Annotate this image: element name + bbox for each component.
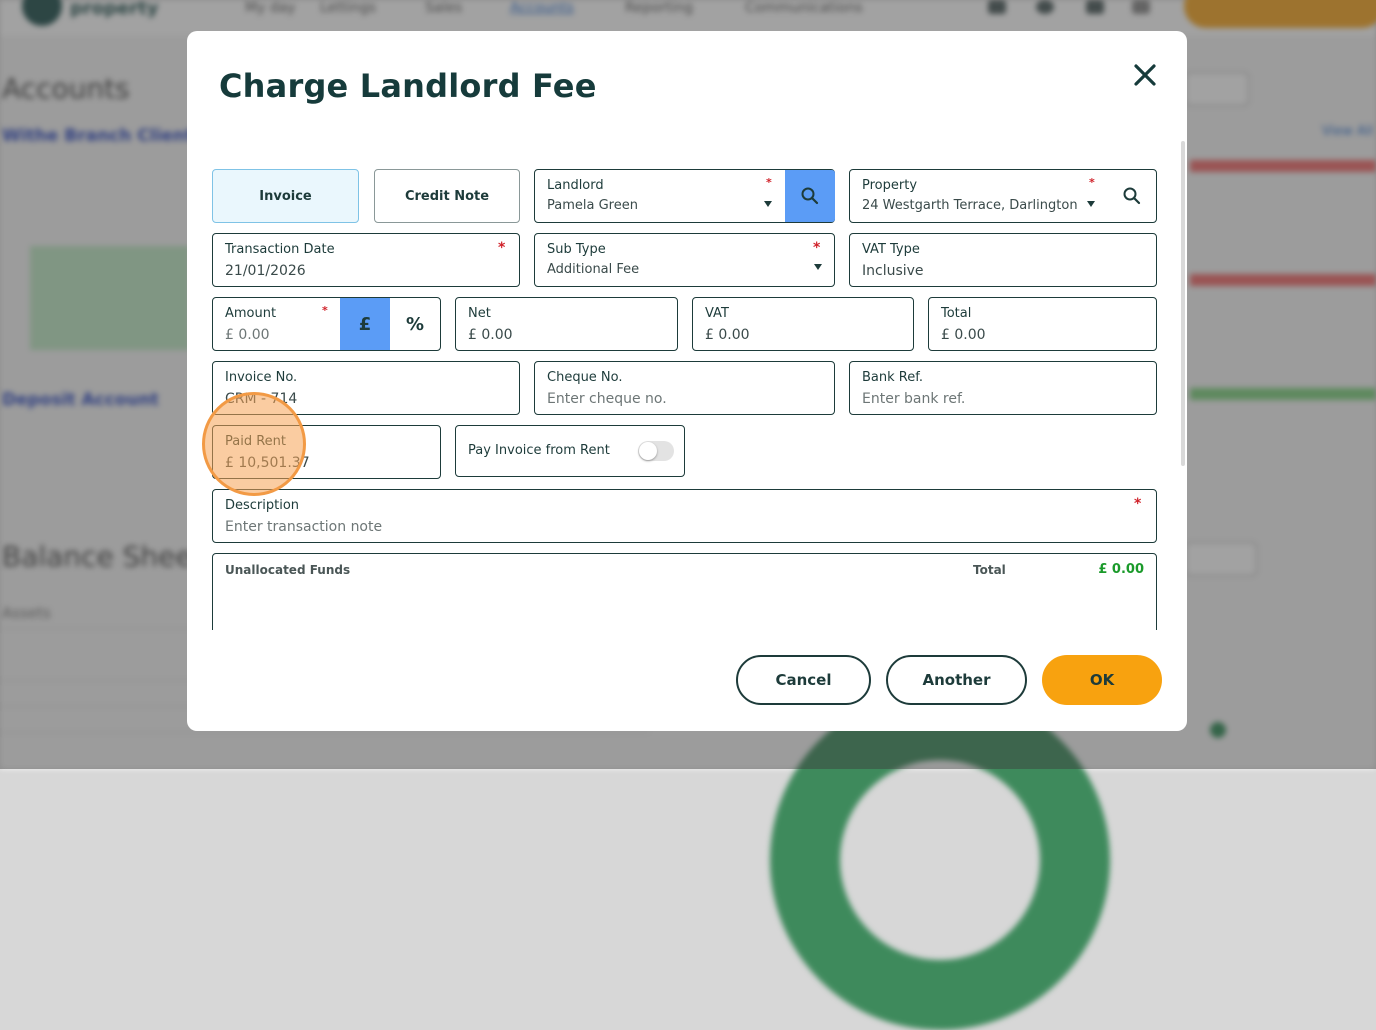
invoice-toggle-button[interactable]: Invoice	[212, 169, 359, 223]
vat-value: £ 0.00	[705, 327, 750, 343]
paid-rent-label: Paid Rent	[225, 434, 287, 449]
total-label: Total	[941, 306, 972, 321]
total-value: £ 0.00	[941, 327, 986, 343]
description-label: Description	[225, 498, 300, 513]
pay-from-rent-label: Pay Invoice from Rent	[468, 443, 610, 458]
percent-unit-button[interactable]: %	[390, 298, 440, 350]
pay-from-rent-field: Pay Invoice from Rent	[455, 425, 685, 477]
chevron-down-icon	[814, 264, 822, 270]
amount-input[interactable]: £ 0.00	[225, 327, 270, 343]
charge-landlord-fee-modal: Charge Landlord Fee Invoice Credit Note …	[187, 31, 1187, 731]
bank-ref-input[interactable]: Enter bank ref.	[862, 391, 965, 407]
form-scroll-area[interactable]: Invoice Credit Note Landlord * Pamela Gr…	[187, 141, 1187, 630]
required-marker: *	[1089, 176, 1095, 189]
required-marker: *	[1134, 496, 1142, 512]
close-button[interactable]	[1125, 55, 1165, 95]
sub-type-select[interactable]: Sub Type * Additional Fee	[534, 233, 835, 287]
unallocated-funds-panel: Unallocated Funds Total £ 0.00	[212, 553, 1157, 630]
bank-ref-field[interactable]: Bank Ref. Enter bank ref.	[849, 361, 1157, 415]
net-field[interactable]: Net £ 0.00	[455, 297, 678, 351]
invoice-no-field[interactable]: Invoice No. CRM - 714	[212, 361, 520, 415]
vat-type-label: VAT Type	[862, 242, 920, 257]
description-field[interactable]: Description * Enter transaction note	[212, 489, 1157, 543]
transaction-date-field[interactable]: Transaction Date * 21/01/2026	[212, 233, 520, 287]
close-icon	[1134, 64, 1156, 86]
net-value: £ 0.00	[468, 327, 513, 343]
property-label: Property	[862, 178, 918, 193]
required-marker: *	[498, 240, 506, 256]
unallocated-total-label: Total	[973, 563, 1006, 577]
cheque-no-field[interactable]: Cheque No. Enter cheque no.	[534, 361, 835, 415]
vat-type-value: Inclusive	[862, 263, 924, 279]
chevron-down-icon	[764, 201, 772, 207]
unallocated-funds-label: Unallocated Funds	[225, 563, 351, 577]
search-icon	[801, 187, 819, 205]
search-icon	[1123, 187, 1141, 205]
required-marker: *	[813, 240, 821, 256]
bank-ref-label: Bank Ref.	[862, 370, 923, 385]
landlord-label: Landlord	[547, 178, 604, 193]
pound-unit-button[interactable]: £	[340, 298, 390, 350]
cheque-no-label: Cheque No.	[547, 370, 623, 385]
vat-field[interactable]: VAT £ 0.00	[692, 297, 914, 351]
modal-scrollbar[interactable]	[1181, 141, 1185, 466]
credit-note-toggle-button[interactable]: Credit Note	[374, 169, 520, 223]
landlord-search-button[interactable]	[785, 170, 835, 222]
property-search-button[interactable]	[1118, 182, 1146, 210]
landlord-select[interactable]: Landlord * Pamela Green	[534, 169, 835, 223]
transaction-date-label: Transaction Date	[225, 242, 335, 257]
ok-button[interactable]: OK	[1042, 655, 1162, 705]
toggle-knob	[639, 442, 657, 460]
vat-type-field[interactable]: VAT Type Inclusive	[849, 233, 1157, 287]
amount-label: Amount	[225, 306, 277, 321]
cancel-button[interactable]: Cancel	[736, 655, 871, 705]
unallocated-total-value: £ 0.00	[1098, 562, 1144, 577]
paid-rent-field: Paid Rent £ 10,501.37	[212, 425, 441, 479]
invoice-no-label: Invoice No.	[225, 370, 298, 385]
property-value: 24 Westgarth Terrace, Darlington	[862, 198, 1078, 213]
net-label: Net	[468, 306, 491, 321]
description-input[interactable]: Enter transaction note	[225, 519, 382, 535]
amount-field[interactable]: Amount * £ 0.00 £ %	[212, 297, 441, 351]
property-select[interactable]: Property * 24 Westgarth Terrace, Darling…	[849, 169, 1157, 223]
required-marker: *	[322, 304, 328, 317]
chevron-down-icon	[1087, 201, 1095, 207]
transaction-date-value: 21/01/2026	[225, 263, 306, 279]
sub-type-value: Additional Fee	[547, 262, 640, 277]
vat-label: VAT	[705, 306, 729, 321]
another-button[interactable]: Another	[886, 655, 1027, 705]
invoice-no-value: CRM - 714	[225, 391, 298, 407]
total-field[interactable]: Total £ 0.00	[928, 297, 1157, 351]
pay-from-rent-toggle[interactable]	[638, 441, 674, 461]
paid-rent-value: £ 10,501.37	[225, 455, 310, 471]
cheque-no-input[interactable]: Enter cheque no.	[547, 391, 667, 407]
modal-title: Charge Landlord Fee	[219, 67, 597, 105]
landlord-value: Pamela Green	[547, 198, 638, 213]
sub-type-label: Sub Type	[547, 242, 606, 257]
required-marker: *	[766, 176, 772, 189]
